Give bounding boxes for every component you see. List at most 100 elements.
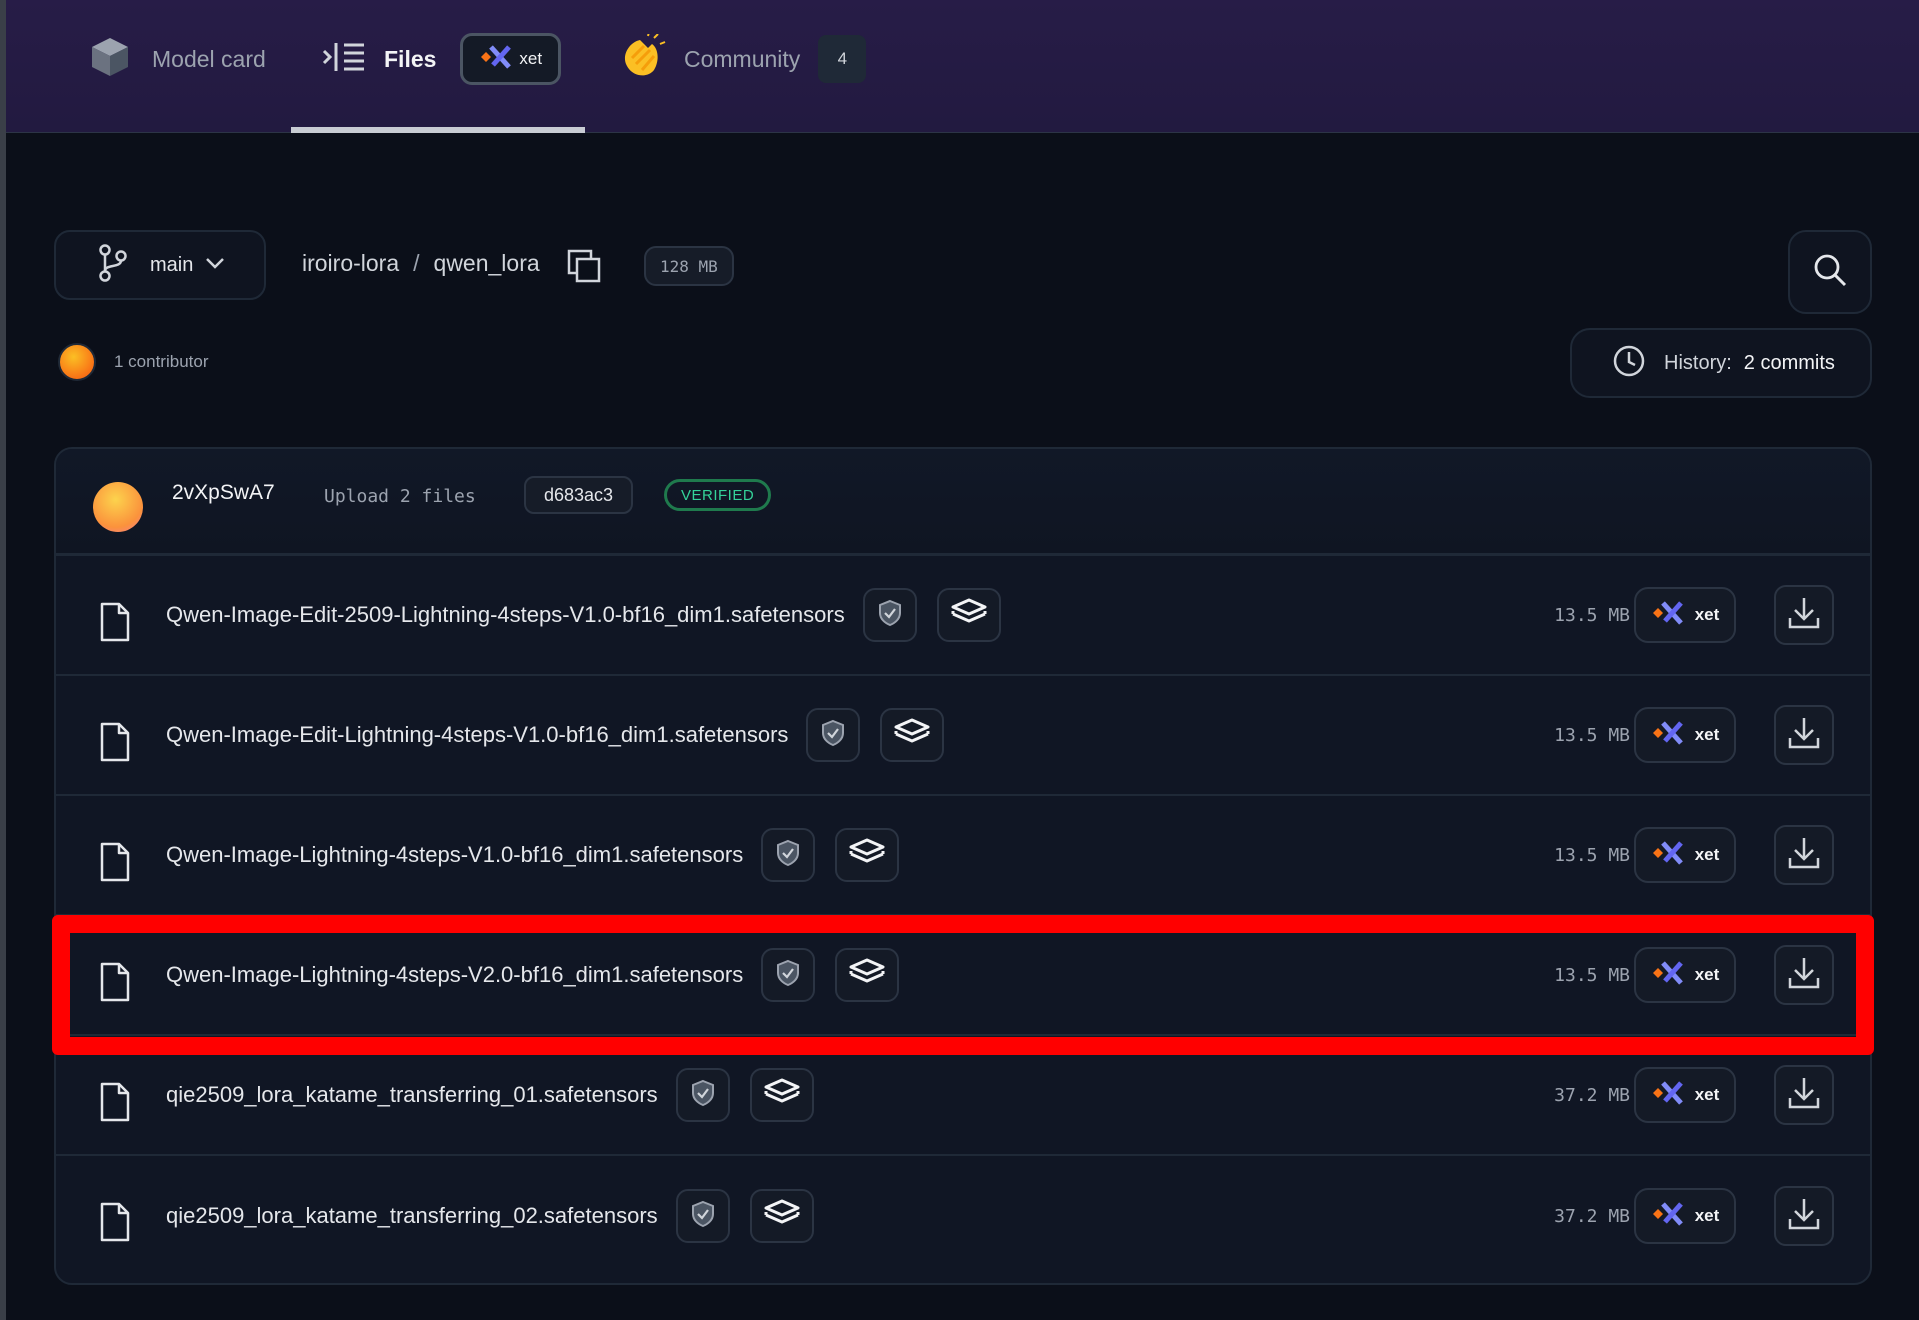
file-name-link[interactable]: qie2509_lora_katame_transferring_02.safe… xyxy=(166,1203,658,1229)
file-name-link[interactable]: qie2509_lora_katame_transferring_01.safe… xyxy=(166,1082,658,1108)
xet-button[interactable]: xet xyxy=(1634,707,1736,763)
shield-icon xyxy=(878,599,902,632)
verified-badge: VERIFIED xyxy=(664,479,772,511)
xet-logo-icon xyxy=(1651,600,1683,631)
safetensors-button[interactable] xyxy=(749,1189,814,1243)
security-scan-button[interactable] xyxy=(862,588,917,642)
xet-button-label: xet xyxy=(1694,845,1720,864)
layers-icon xyxy=(763,1199,801,1234)
xet-button[interactable]: xet xyxy=(1634,827,1736,883)
contributors-label: 1 contributor xyxy=(114,352,209,371)
file-name-link[interactable]: Qwen-Image-Lightning-4steps-V2.0-bf16_di… xyxy=(166,962,743,988)
xet-button[interactable]: xet xyxy=(1634,1188,1736,1244)
tab-files-label: Files xyxy=(384,45,437,72)
repo-owner-link[interactable]: iroiro-lora xyxy=(302,250,399,277)
layers-icon xyxy=(763,1078,801,1113)
layers-icon xyxy=(950,598,988,633)
branch-name: main xyxy=(150,253,194,276)
xet-button[interactable]: xet xyxy=(1634,947,1736,1003)
file-name-link[interactable]: Qwen-Image-Edit-Lightning-4steps-V1.0-bf… xyxy=(166,722,788,748)
contributors[interactable]: 1 contributor xyxy=(58,343,209,381)
download-button[interactable] xyxy=(1774,585,1834,645)
layers-icon xyxy=(848,958,886,993)
xet-button-label: xet xyxy=(1694,965,1720,984)
file-size: 37.2 MB xyxy=(1554,1084,1630,1106)
table-row: qie2509_lora_katame_transferring_01.safe… xyxy=(56,1036,1870,1156)
xet-badge-label: xet xyxy=(519,49,543,68)
shield-icon xyxy=(776,959,800,992)
security-scan-button[interactable] xyxy=(761,828,816,882)
file-icon xyxy=(100,722,130,767)
layers-icon xyxy=(848,838,886,873)
xet-button[interactable]: xet xyxy=(1634,1067,1736,1123)
safetensors-button[interactable] xyxy=(749,1068,814,1122)
safetensors-button[interactable] xyxy=(936,588,1001,642)
community-count-badge: 4 xyxy=(818,35,867,83)
shield-icon xyxy=(776,839,800,872)
avatar xyxy=(58,343,96,381)
security-scan-button[interactable] xyxy=(806,708,861,762)
table-row: Qwen-Image-Lightning-4steps-V2.0-bf16_di… xyxy=(56,916,1870,1036)
tab-model-card-label: Model card xyxy=(152,45,266,72)
download-button[interactable] xyxy=(1774,1065,1834,1125)
file-size: 13.5 MB xyxy=(1554,604,1630,626)
table-row: qie2509_lora_katame_transferring_02.safe… xyxy=(56,1156,1870,1276)
download-button[interactable] xyxy=(1774,825,1834,885)
xet-button-label: xet xyxy=(1694,1085,1720,1104)
history-button[interactable]: History: 2 commits xyxy=(1570,328,1872,398)
search-icon xyxy=(1813,253,1847,292)
chevron-down-icon xyxy=(205,256,225,275)
file-size: 37.2 MB xyxy=(1554,1205,1630,1227)
xet-badge[interactable]: xet xyxy=(460,33,562,85)
table-row: Qwen-Image-Lightning-4steps-V1.0-bf16_di… xyxy=(56,796,1870,916)
download-icon xyxy=(1788,836,1820,875)
commit-message[interactable]: Upload 2 files xyxy=(324,486,476,507)
xet-button-label: xet xyxy=(1694,1206,1720,1225)
xet-logo-icon xyxy=(1651,840,1683,871)
download-button[interactable] xyxy=(1774,1186,1834,1246)
safetensors-button[interactable] xyxy=(835,948,900,1002)
tab-model-card[interactable]: Model card xyxy=(90,28,266,90)
commit-author[interactable]: 2vXpSwA7 xyxy=(172,481,275,505)
repo-size-badge: 128 MB xyxy=(644,246,734,286)
download-button[interactable] xyxy=(1774,705,1834,765)
repo-tab-bar: Model card Files xet Community 4 xyxy=(6,0,1919,133)
tab-community-label: Community xyxy=(684,45,801,72)
security-scan-button[interactable] xyxy=(675,1068,730,1122)
search-button[interactable] xyxy=(1788,230,1872,314)
xet-logo-icon xyxy=(1651,1201,1683,1232)
tab-files[interactable]: Files xet xyxy=(322,28,562,90)
commit-hash[interactable]: d683ac3 xyxy=(524,476,634,514)
cube-icon xyxy=(90,36,130,83)
window-edge xyxy=(0,0,6,1320)
clapping-hands-icon xyxy=(618,31,666,85)
xet-button[interactable]: xet xyxy=(1634,587,1736,643)
history-label: History: xyxy=(1664,351,1732,374)
download-button[interactable] xyxy=(1774,945,1834,1005)
file-icon xyxy=(100,1082,130,1127)
security-scan-button[interactable] xyxy=(675,1189,730,1243)
tab-community[interactable]: Community 4 xyxy=(618,28,867,90)
security-scan-button[interactable] xyxy=(761,948,816,1002)
file-icon xyxy=(100,962,130,1007)
file-name-link[interactable]: Qwen-Image-Lightning-4steps-V1.0-bf16_di… xyxy=(166,842,743,868)
clock-icon xyxy=(1612,344,1646,383)
file-icon xyxy=(100,1202,130,1247)
safetensors-button[interactable] xyxy=(880,708,945,762)
shield-icon xyxy=(691,1079,715,1112)
xet-button-label: xet xyxy=(1694,725,1720,744)
layers-icon xyxy=(893,718,931,753)
download-icon xyxy=(1788,1197,1820,1236)
repo-name-link[interactable]: qwen_lora xyxy=(434,250,540,277)
file-size: 13.5 MB xyxy=(1554,724,1630,746)
shield-icon xyxy=(821,719,845,752)
file-table: 2vXpSwA7 Upload 2 files d683ac3 VERIFIED… xyxy=(54,447,1872,1285)
repo-breadcrumb: iroiro-lora / qwen_lora xyxy=(302,250,540,277)
file-size: 13.5 MB xyxy=(1554,844,1630,866)
branch-selector[interactable]: main xyxy=(54,230,266,300)
xet-logo-icon xyxy=(479,44,512,75)
file-name-link[interactable]: Qwen-Image-Edit-2509-Lightning-4steps-V1… xyxy=(166,602,845,628)
safetensors-button[interactable] xyxy=(835,828,900,882)
xet-logo-icon xyxy=(1651,720,1683,751)
copy-icon[interactable] xyxy=(566,248,602,289)
